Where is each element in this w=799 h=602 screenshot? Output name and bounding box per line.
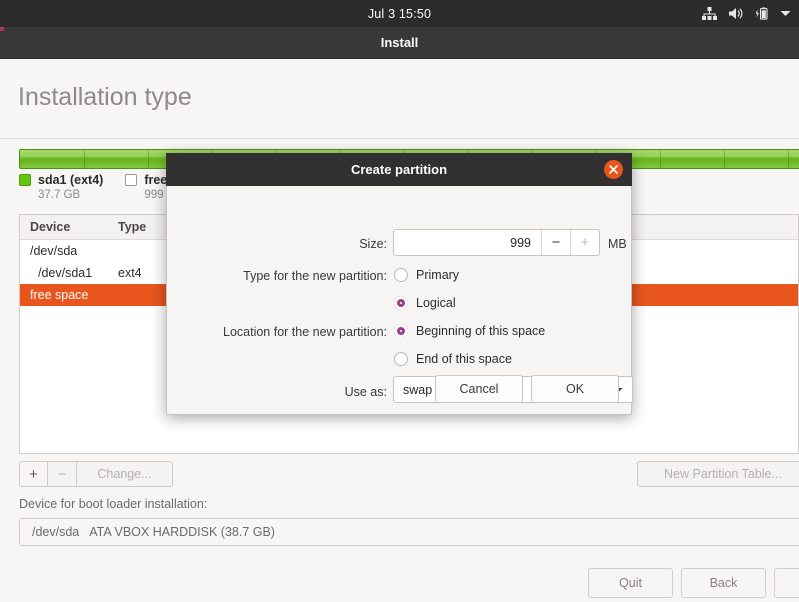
radio-label: Primary [416,268,460,282]
remove-partition-button[interactable]: − [48,461,77,487]
legend-label: sda1 (ext4) [38,173,104,187]
network-icon[interactable] [702,7,717,20]
radio-icon [394,268,408,282]
wizard-navigation: Quit Back In [588,568,799,598]
system-topbar: Jul 3 15:50 [0,0,799,27]
radio-logical[interactable]: Logical [394,296,456,310]
partition-type-label: Type for the new partition: [243,269,387,283]
legend-swatch-icon [125,174,138,186]
bootloader-device: /dev/sda [32,525,80,539]
close-icon[interactable] [604,160,623,179]
ok-button[interactable]: OK [531,375,619,403]
install-now-button[interactable]: In [774,568,799,598]
column-header-type[interactable]: Type [108,220,168,234]
partition-location-label: Location for the new partition: [223,325,387,339]
dialog-titlebar: Create partition [166,153,632,186]
cell-device: /dev/sda1 [38,266,93,280]
window-title: Install [380,35,419,50]
radio-label: Beginning of this space [416,324,546,338]
radio-selected-icon [394,296,408,310]
window-titlebar: Install [0,27,799,59]
cell-device: /dev/sda [30,244,78,258]
back-button[interactable]: Back [681,568,766,598]
bootloader-device-select[interactable]: /dev/sda ATA VBOX HARDDISK (38.7 GB) [19,518,799,546]
add-partition-button[interactable]: + [19,461,48,487]
bar-divider [148,150,149,168]
radio-label: Logical [416,296,456,310]
legend-item: sda1 (ext4) 37.7 GB [19,173,103,201]
cell-device: free space [30,288,89,302]
system-tray [702,0,791,27]
bootloader-label: Device for boot loader installation: [19,497,208,511]
bar-divider [660,150,661,168]
screen: Jul 3 15:50 Install Installation type sd… [0,0,799,602]
column-header-device[interactable]: Device [20,220,108,234]
size-stepper[interactable]: 999 − + [393,229,600,256]
size-input[interactable]: 999 [394,236,541,250]
use-as-label: Use as: [344,385,387,399]
dialog-actions: Cancel OK [435,375,619,403]
header-divider [0,138,799,139]
size-increment-button[interactable]: + [570,230,599,255]
create-partition-dialog: Create partition Size: 999 − + MB Type f… [166,153,633,415]
cancel-button[interactable]: Cancel [435,375,523,403]
legend-swatch-icon [19,174,31,186]
radio-primary[interactable]: Primary [394,268,459,282]
size-label: Size: [359,237,387,251]
quit-button[interactable]: Quit [588,568,673,598]
change-partition-button[interactable]: Change... [77,461,173,487]
radio-icon [394,352,408,366]
bar-divider [84,150,85,168]
bar-divider [788,150,789,168]
radio-label: End of this space [416,352,512,366]
bar-divider [724,150,725,168]
clock[interactable]: Jul 3 15:50 [368,7,431,21]
size-decrement-button[interactable]: − [541,230,570,255]
battery-icon[interactable] [755,6,769,21]
page-title: Installation type [18,83,192,111]
dropdown-arrow-icon[interactable] [780,10,791,17]
new-partition-table-button[interactable]: New Partition Table... [637,461,799,487]
legend-size: 37.7 GB [38,189,81,201]
size-unit-label: MB [608,237,627,251]
radio-end-of-space[interactable]: End of this space [394,352,512,366]
volume-icon[interactable] [728,7,744,20]
dialog-title: Create partition [350,162,448,177]
cell-type: ext4 [118,266,142,280]
partition-toolbar: + − Change... [19,461,173,487]
window-edge-accent [0,27,4,31]
radio-beginning-of-space[interactable]: Beginning of this space [394,324,545,338]
radio-selected-icon [394,324,408,338]
bootloader-device-description: ATA VBOX HARDDISK (38.7 GB) [89,525,275,539]
dialog-body: Size: 999 − + MB Type for the new partit… [166,186,633,415]
